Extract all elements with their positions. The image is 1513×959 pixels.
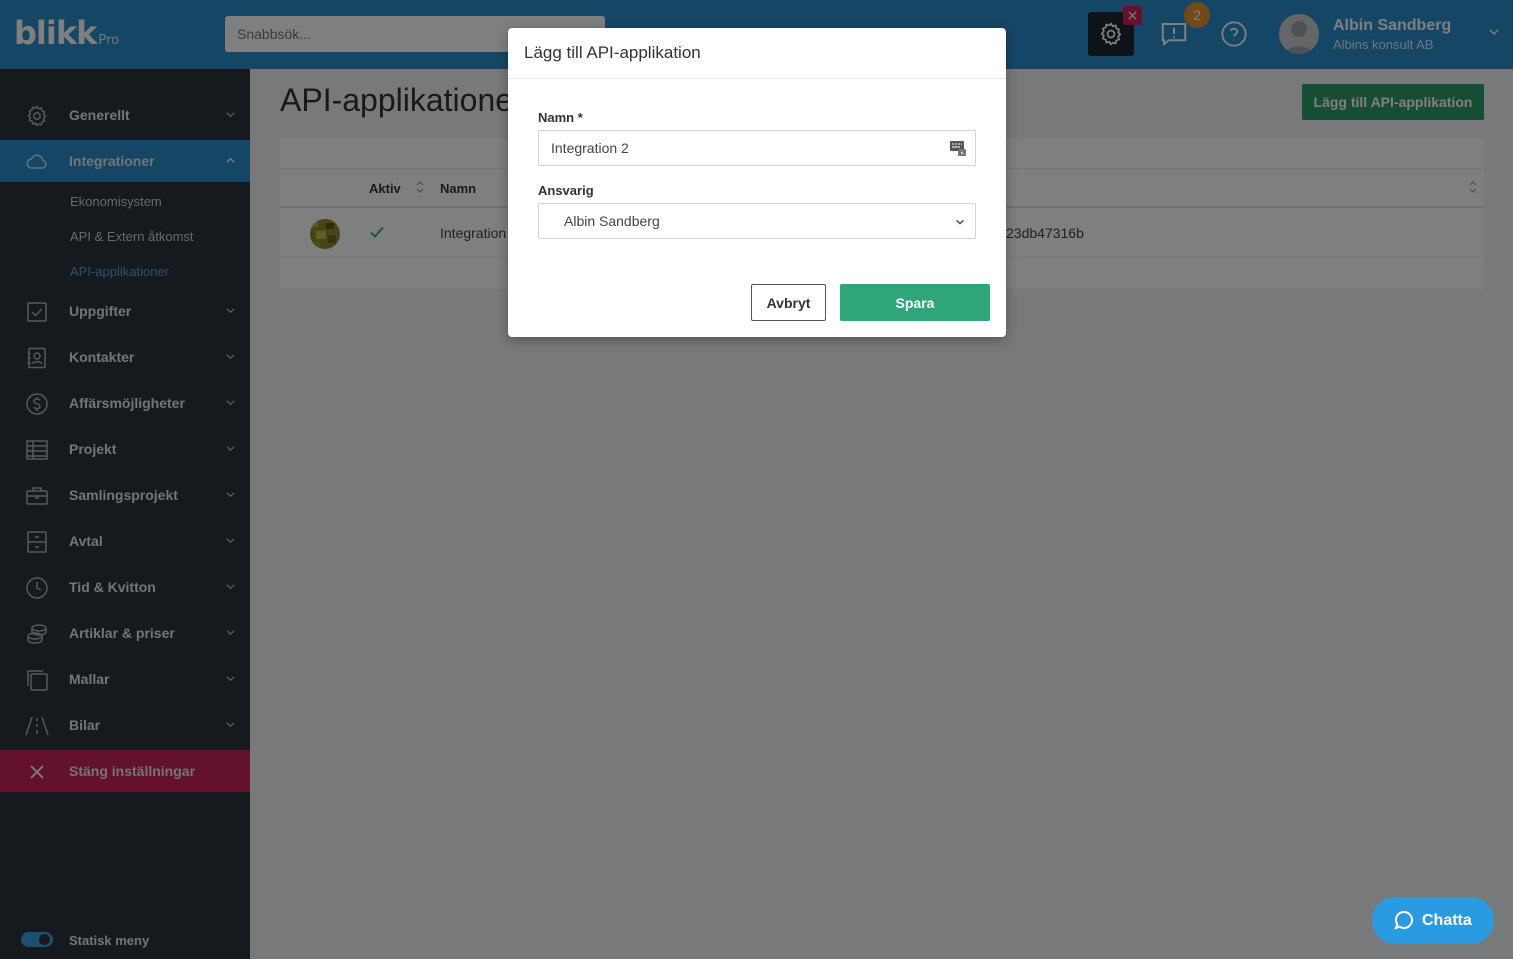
responsible-label: Ansvarig (538, 183, 594, 198)
name-field[interactable]: Integration 2 (538, 130, 976, 166)
add-api-application-dialog: Lägg till API-applikation Namn * Integra… (508, 28, 1006, 337)
save-button[interactable]: Spara (840, 284, 990, 321)
keyboard-autofill-icon[interactable] (949, 139, 967, 157)
name-value: Integration 2 (551, 140, 629, 156)
chat-bubble-icon (1394, 910, 1413, 930)
responsible-select[interactable]: Albin Sandberg (538, 203, 976, 239)
responsible-value: Albin Sandberg (564, 213, 660, 229)
chat-label: Chatta (1422, 912, 1472, 929)
dialog-title: Lägg till API-applikation (524, 43, 701, 62)
chat-button[interactable]: Chatta (1372, 897, 1494, 944)
cancel-button[interactable]: Avbryt (751, 284, 826, 321)
chevron-down-icon (956, 219, 964, 225)
name-label: Namn * (538, 110, 583, 125)
dialog-header: Lägg till API-applikation (508, 28, 1006, 79)
